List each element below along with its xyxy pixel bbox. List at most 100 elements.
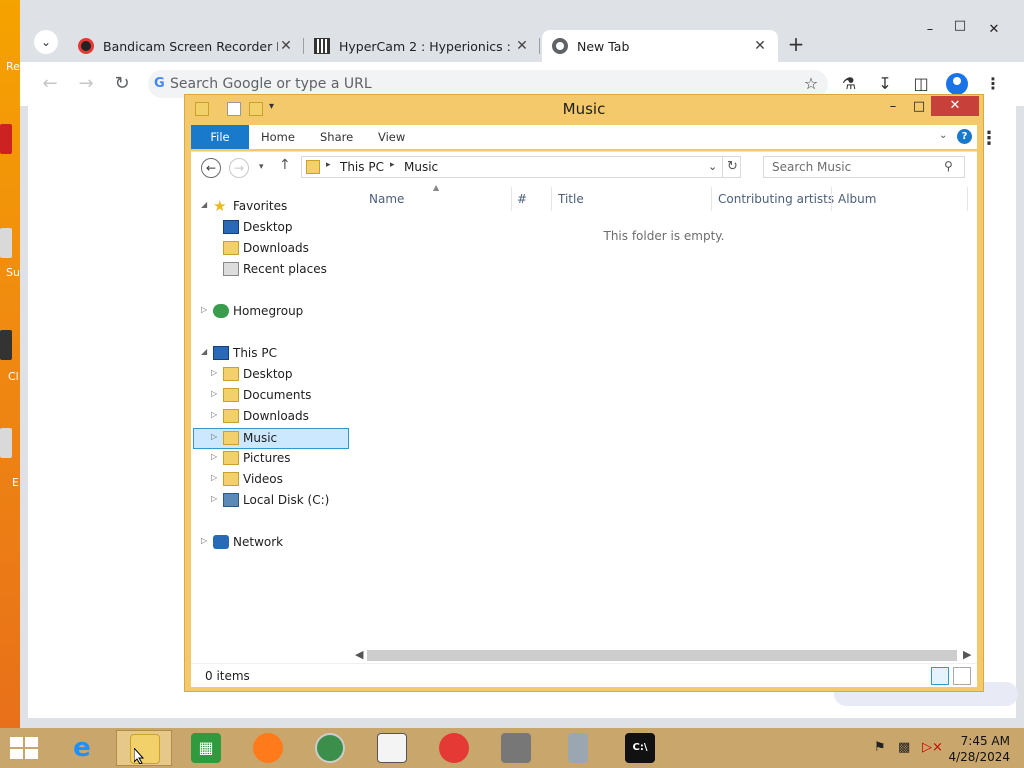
ribbon-tab-file[interactable]: File (191, 125, 249, 149)
forward-icon[interactable]: → (74, 72, 98, 96)
taskbar-globe-app[interactable] (302, 730, 358, 766)
ribbon-tab-view[interactable]: View (378, 125, 405, 149)
minimize-button[interactable]: – (920, 22, 940, 38)
desktop-icon-recycle[interactable] (0, 10, 52, 22)
desktop-icon-5[interactable]: E (0, 428, 22, 489)
nav-homegroup[interactable]: ▷ Homegroup (195, 302, 351, 322)
nav-favorites[interactable]: ◢ ★ Favorites (195, 197, 351, 217)
labs-flask-icon[interactable]: ⚗ (838, 73, 860, 95)
column-divider[interactable] (511, 187, 512, 211)
column-divider[interactable] (711, 187, 712, 211)
search-input[interactable] (772, 159, 942, 175)
tab-bandicam[interactable]: Bandicam Screen Recorder Do ✕ (68, 30, 304, 62)
expand-icon[interactable]: ▷ (211, 473, 217, 482)
side-panel-icon[interactable]: ◫ (910, 73, 932, 95)
tab-search-button[interactable]: ⌄ (34, 30, 58, 54)
nav-pc-desktop[interactable]: ▷ Desktop (195, 365, 351, 385)
address-dropdown-icon[interactable]: ⌄ (708, 160, 717, 173)
expand-ribbon-icon[interactable]: ⌄ (939, 130, 947, 141)
help-icon[interactable]: ? (957, 129, 972, 144)
nav-network[interactable]: ▷ Network (195, 533, 351, 553)
menu-kebab-icon[interactable]: ⋮ (982, 73, 1004, 95)
expand-icon[interactable]: ▷ (201, 536, 207, 545)
reload-icon[interactable]: ↻ (110, 72, 134, 96)
nav-pc-pictures[interactable]: ▷ Pictures (195, 449, 351, 469)
nav-this-pc[interactable]: ◢ This PC (195, 344, 351, 364)
taskbar-recycle-bin[interactable] (550, 730, 606, 766)
expand-icon[interactable]: ▷ (211, 410, 217, 419)
nav-fav-recent-places[interactable]: Recent places (195, 260, 351, 280)
maximize-button[interactable]: □ (950, 18, 970, 34)
download-icon[interactable]: ↧ (874, 73, 896, 95)
column-number[interactable]: # (517, 192, 527, 206)
volume-muted-icon[interactable]: ▷× (922, 740, 943, 755)
explorer-maximize-button[interactable]: □ (909, 97, 929, 117)
ribbon-tab-home[interactable]: Home (261, 125, 295, 149)
up-button[interactable]: ↑ (279, 157, 291, 173)
bookmark-star-icon[interactable]: ☆ (800, 73, 822, 95)
breadcrumb-this-pc[interactable]: This PC (340, 160, 384, 174)
taskbar-box-app[interactable] (364, 730, 420, 766)
refresh-icon[interactable]: ↻ (722, 156, 742, 178)
explorer-titlebar[interactable]: ▾ Music – □ ✕ (185, 95, 983, 123)
close-tab-icon[interactable]: ✕ (752, 38, 768, 54)
recent-locations-icon[interactable]: ▾ (259, 162, 264, 172)
taskbar-file-explorer[interactable] (116, 730, 172, 766)
back-button[interactable]: ← (201, 158, 221, 178)
nav-pc-local-disk[interactable]: ▷ Local Disk (C:) (195, 491, 351, 511)
expand-icon[interactable]: ▷ (201, 305, 207, 314)
nav-fav-desktop[interactable]: Desktop (195, 218, 351, 238)
collapse-icon[interactable]: ◢ (201, 347, 207, 356)
back-icon[interactable]: ← (38, 72, 62, 96)
taskbar-internet-explorer[interactable]: e (54, 730, 110, 766)
column-divider[interactable] (831, 187, 832, 211)
close-tab-icon[interactable]: ✕ (514, 38, 530, 54)
system-clock[interactable]: 7:45 AM 4/28/2024 (948, 733, 1010, 765)
details-view-icon[interactable] (931, 667, 949, 685)
expand-icon[interactable]: ▷ (211, 368, 217, 377)
taskbar-command-prompt[interactable]: C:\ (612, 730, 668, 766)
taskbar-firefox[interactable] (240, 730, 296, 766)
scroll-right-icon[interactable]: ▶ (963, 648, 971, 661)
breadcrumb-music[interactable]: Music (404, 160, 438, 174)
column-divider[interactable] (551, 187, 552, 211)
search-icon[interactable]: ⚲ (944, 159, 953, 173)
column-album[interactable]: Album (838, 192, 876, 206)
desktop-icon-2[interactable] (0, 124, 22, 158)
breadcrumb-separator-icon[interactable]: ▸ (390, 160, 395, 170)
ribbon-tab-share[interactable]: Share (320, 125, 353, 149)
nav-pc-downloads[interactable]: ▷ Downloads (195, 407, 351, 427)
search-box[interactable]: ⚲ (763, 156, 965, 178)
network-tray-icon[interactable]: ▩ (898, 740, 910, 755)
expand-icon[interactable]: ▷ (211, 494, 217, 503)
column-title[interactable]: Title (558, 192, 584, 206)
close-button[interactable]: ✕ (984, 22, 1004, 38)
omnibox-input[interactable] (170, 74, 790, 94)
nav-fav-downloads[interactable]: Downloads (195, 239, 351, 259)
column-name[interactable]: Name (369, 192, 404, 206)
taskbar-bandicam[interactable] (426, 730, 482, 766)
taskbar-store[interactable]: ▦ (178, 730, 234, 766)
explorer-minimize-button[interactable]: – (883, 97, 903, 117)
scrollbar-thumb[interactable] (367, 650, 957, 661)
large-icons-view-icon[interactable] (953, 667, 971, 685)
taskbar-hypercam[interactable] (488, 730, 544, 766)
expand-icon[interactable]: ▷ (211, 452, 217, 461)
horizontal-scrollbar[interactable]: ◀ ▶ (351, 647, 977, 663)
expand-icon[interactable]: ▷ (211, 389, 217, 398)
collapse-icon[interactable]: ◢ (201, 200, 207, 209)
desktop-icon-4[interactable]: Cl (0, 330, 22, 383)
expand-icon[interactable]: ▷ (211, 432, 217, 441)
flag-icon[interactable]: ⚑ (874, 740, 886, 755)
close-tab-icon[interactable]: ✕ (278, 38, 294, 54)
tab-hypercam[interactable]: HyperCam 2 : Hyperionics : Fre ✕ (304, 30, 540, 62)
nav-pc-videos[interactable]: ▷ Videos (195, 470, 351, 490)
profile-avatar[interactable] (946, 73, 968, 95)
forward-button[interactable]: → (229, 158, 249, 178)
scroll-left-icon[interactable]: ◀ (355, 648, 363, 661)
explorer-close-button[interactable]: ✕ (931, 96, 979, 116)
tab-new-tab[interactable]: New Tab ✕ (542, 30, 778, 62)
breadcrumb-separator-icon[interactable]: ▸ (326, 160, 331, 170)
column-divider[interactable] (967, 187, 968, 211)
address-bar[interactable]: ▸ This PC ▸ Music ⌄ ↻ (301, 156, 741, 178)
